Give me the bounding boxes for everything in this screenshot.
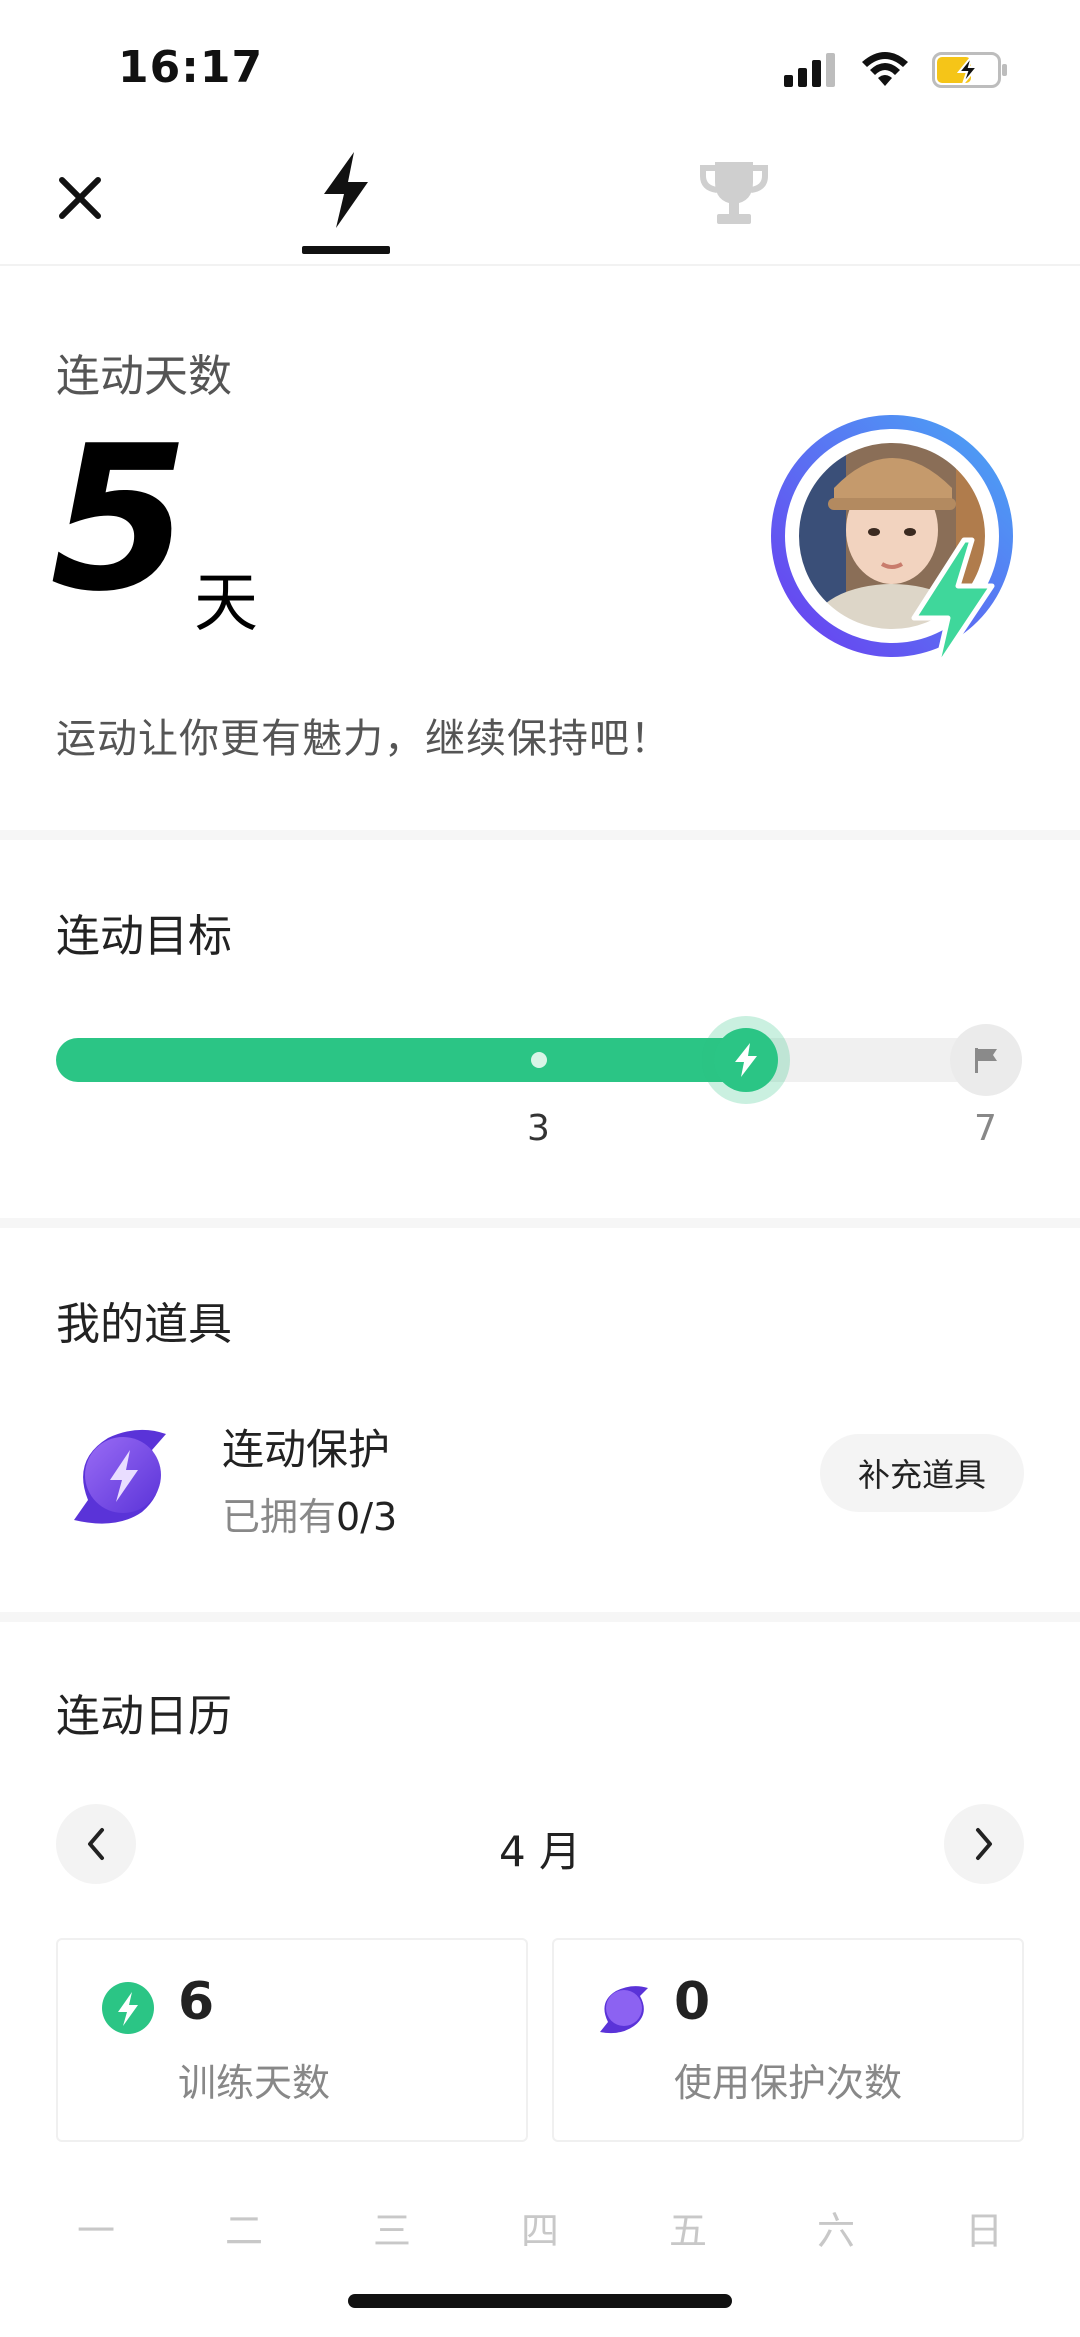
chevron-right-icon bbox=[976, 1828, 992, 1860]
weekday-label: 二 bbox=[224, 2209, 263, 2253]
weekday-label: 五 bbox=[668, 2209, 707, 2253]
month-label: 4 月 bbox=[498, 1827, 582, 1876]
protection-uses-label: 使用保护次数 bbox=[674, 2061, 903, 2105]
weekday-label: 一 bbox=[76, 2209, 115, 2253]
streak-label: 连动天数 bbox=[56, 351, 232, 402]
current-progress-marker bbox=[702, 1016, 790, 1104]
protection-uses-card: 0 使用保护次数 bbox=[552, 1938, 1024, 2142]
section-divider bbox=[0, 1218, 1080, 1228]
protection-uses-value: 0 bbox=[674, 1972, 711, 2032]
refill-items-button[interactable]: 补充道具 bbox=[820, 1434, 1024, 1512]
milestone-dot bbox=[531, 1052, 547, 1068]
tab-streak[interactable] bbox=[300, 152, 392, 248]
lightning-icon bbox=[735, 1043, 757, 1077]
top-nav bbox=[0, 140, 1080, 266]
weekday-label: 日 bbox=[964, 2209, 1003, 2253]
streak-motto: 运动让你更有魅力，继续保持吧！ bbox=[56, 716, 671, 762]
wifi-icon bbox=[862, 52, 908, 86]
home-indicator bbox=[348, 2294, 732, 2308]
training-days-value: 6 bbox=[178, 1972, 215, 2032]
items-title: 我的道具 bbox=[56, 1299, 232, 1350]
lightning-icon bbox=[324, 152, 368, 228]
training-days-card: 6 训练天数 bbox=[56, 1938, 528, 2142]
next-month-button[interactable] bbox=[944, 1804, 1024, 1884]
item-owned: 已拥有0/3 bbox=[222, 1486, 397, 1541]
weekday-header: 一 二 三 四 五 六 日 bbox=[56, 2200, 1024, 2255]
section-divider bbox=[0, 830, 1080, 840]
goal-progress-fill bbox=[56, 1038, 746, 1082]
weekday-label: 三 bbox=[372, 2209, 411, 2253]
item-owned-label: 已拥有 bbox=[222, 1495, 337, 1539]
weekday-label: 四 bbox=[520, 2209, 559, 2253]
streak-days-unit: 天 bbox=[194, 567, 258, 641]
item-name: 连动保护 bbox=[222, 1425, 391, 1474]
goal-flag bbox=[950, 1024, 1022, 1096]
status-bar: 16:17 bbox=[0, 0, 1080, 140]
streak-protection-icon bbox=[68, 1420, 178, 1530]
calendar-title: 连动日历 bbox=[56, 1691, 232, 1742]
flag-icon bbox=[975, 1048, 997, 1073]
active-tab-indicator bbox=[302, 246, 390, 254]
tick-label-end: 7 bbox=[974, 1108, 997, 1149]
streak-days-value: 5 bbox=[50, 403, 189, 636]
tab-trophy[interactable] bbox=[696, 160, 772, 240]
status-icons bbox=[784, 52, 1008, 88]
green-lightning-icon bbox=[102, 1982, 154, 2034]
weekday-label: 六 bbox=[816, 2209, 855, 2253]
signal-icon bbox=[784, 53, 835, 87]
prev-month-button[interactable] bbox=[56, 1804, 136, 1884]
goal-title: 连动目标 bbox=[56, 911, 232, 962]
close-button[interactable] bbox=[52, 170, 108, 226]
section-divider bbox=[0, 1612, 1080, 1622]
avatar bbox=[766, 410, 1028, 673]
item-owned-value: 0/3 bbox=[336, 1495, 398, 1539]
tick-label-mid: 3 bbox=[527, 1108, 550, 1149]
close-icon bbox=[59, 177, 101, 219]
battery-icon bbox=[932, 52, 1007, 88]
purple-shield-icon bbox=[598, 1982, 650, 2034]
trophy-icon bbox=[700, 162, 768, 224]
chevron-left-icon bbox=[88, 1828, 104, 1860]
status-time: 16:17 bbox=[118, 42, 264, 93]
training-days-label: 训练天数 bbox=[178, 2061, 331, 2105]
